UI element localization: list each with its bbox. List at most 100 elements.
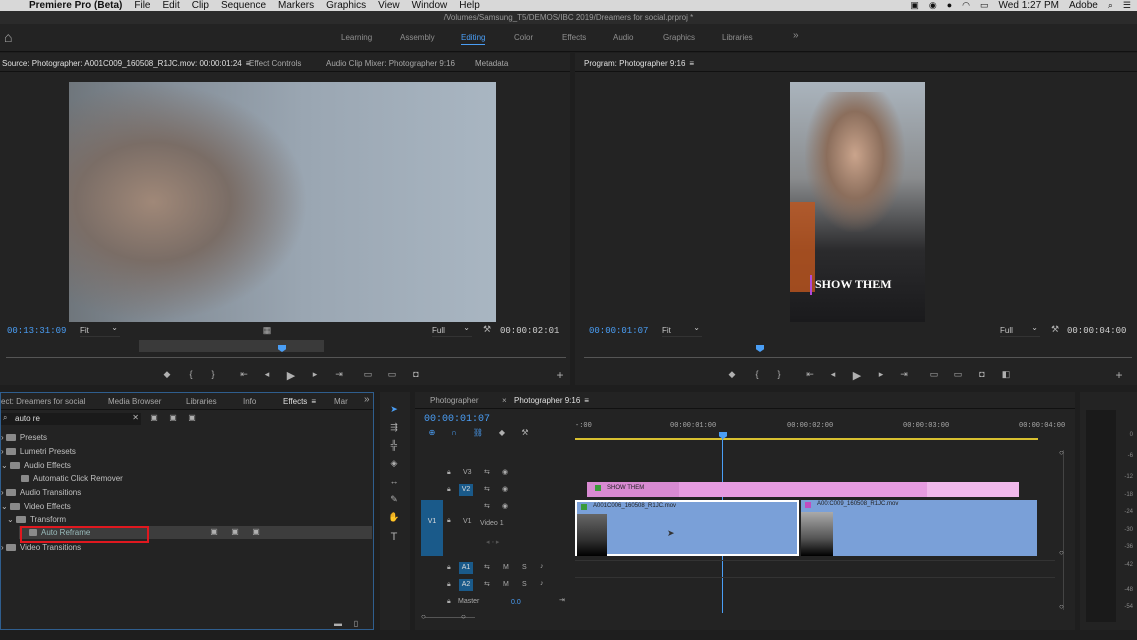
prog-go-to-out-icon[interactable]: ⇥ — [897, 369, 911, 380]
menu-app-name[interactable]: Premiere Pro (Beta) — [29, 0, 122, 11]
solo-button[interactable]: S — [522, 564, 527, 571]
linked-selection-icon[interactable]: ⛓ — [471, 428, 485, 437]
track-select-tool-icon[interactable]: ⇶ — [387, 422, 401, 433]
video-clip-2[interactable]: A00:C009_160508_R1JC.mov — [801, 500, 1037, 556]
prog-export-frame-icon[interactable]: ◘ — [975, 369, 989, 379]
menu-window[interactable]: Window — [412, 0, 448, 11]
tree-video-effects[interactable]: ⌄ Video Effects — [1, 502, 71, 511]
add-marker-tl-icon[interactable]: ◆ — [495, 428, 509, 437]
scroll-handle-icon[interactable]: ○ — [1059, 548, 1064, 557]
source-wrench-icon[interactable]: ⚒ — [480, 324, 494, 335]
scroll-handle-icon[interactable]: ○ — [1059, 448, 1064, 457]
new-bin-icon[interactable]: ▬ — [331, 619, 345, 628]
prog-add-marker-icon[interactable]: ◆ — [725, 369, 739, 380]
ws-assembly[interactable]: Assembly — [400, 33, 435, 42]
program-playhead[interactable] — [756, 345, 764, 352]
timeline-timecode[interactable]: 00:00:01:07 — [424, 414, 490, 425]
lock-icon[interactable]: 🔒︎ — [447, 581, 451, 589]
mute-button[interactable]: M — [503, 564, 509, 571]
tree-lumetri-presets[interactable]: › Lumetri Presets — [1, 447, 76, 456]
ripple-edit-tool-icon[interactable]: ╬ — [387, 440, 401, 450]
program-add-button-icon[interactable]: + — [1112, 368, 1126, 382]
track-v1-label[interactable]: V1 — [463, 518, 472, 525]
tab-seq-photographer[interactable]: Photographer — [430, 396, 478, 405]
menu-markers[interactable]: Markers — [278, 0, 314, 11]
lock-icon[interactable]: 🔒︎ — [447, 564, 451, 572]
source-scrubber[interactable] — [6, 357, 566, 358]
nest-icon[interactable]: ⊕ — [425, 428, 439, 437]
accelerated-effects-icon[interactable]: ▣ — [147, 413, 161, 422]
source-settings-icon[interactable]: ▦ — [260, 325, 274, 336]
lock-icon[interactable]: 🔒︎ — [447, 486, 451, 494]
tab-audio-clip-mixer[interactable]: Audio Clip Mixer: Photographer 9:16 — [326, 59, 455, 68]
keyframe-nav[interactable]: ◂ ◦ ▸ — [486, 538, 499, 546]
mic-icon[interactable]: ♪ — [540, 580, 544, 587]
prog-step-forward-icon[interactable]: ▸ — [874, 369, 888, 380]
mic-icon[interactable]: ♪ — [540, 563, 544, 570]
comparison-view-icon[interactable]: ◧ — [999, 369, 1013, 380]
tab-seq-photographer-916[interactable]: Photographer 9:16 ≡ — [514, 396, 589, 405]
source-fit-dropdown[interactable]: Fit — [80, 323, 120, 337]
go-to-end-icon[interactable]: ⇥ — [559, 596, 565, 604]
go-to-in-icon[interactable]: ⇤ — [237, 369, 251, 380]
go-to-out-icon[interactable]: ⇥ — [332, 369, 346, 380]
tab-metadata[interactable]: Metadata — [475, 59, 508, 68]
menu-sequence[interactable]: Sequence — [221, 0, 266, 11]
timeline-zoom-bar[interactable] — [425, 617, 475, 618]
tab-project[interactable]: ect: Dreamers for social — [1, 397, 85, 406]
work-area-bar[interactable] — [575, 438, 1038, 440]
snap-icon[interactable]: ∩ — [447, 428, 461, 437]
menu-view[interactable]: View — [378, 0, 400, 11]
prog-go-to-in-icon[interactable]: ⇤ — [803, 369, 817, 380]
tab-media-browser[interactable]: Media Browser — [108, 397, 161, 406]
sync-icon[interactable]: ⇆ — [484, 485, 490, 493]
eye-icon[interactable]: ◉ — [502, 502, 508, 510]
menu-graphics[interactable]: Graphics — [326, 0, 366, 11]
tab-libraries[interactable]: Libraries — [186, 397, 217, 406]
battery-icon[interactable]: ▭ — [980, 0, 989, 11]
prog-mark-in-icon[interactable]: { — [750, 369, 764, 379]
step-back-icon[interactable]: ◂ — [260, 369, 274, 380]
video-clip-1[interactable]: A001C006_160508_R1JC.mov ➤ — [575, 500, 799, 556]
ws-editing[interactable]: Editing — [461, 33, 486, 45]
wifi-icon[interactable]: ◠ — [962, 0, 970, 11]
list-icon[interactable]: ☰ — [1123, 0, 1131, 11]
razor-tool-icon[interactable]: ◈ — [387, 458, 401, 469]
sync-icon[interactable]: ⇆ — [484, 468, 490, 476]
tab-program[interactable]: Program: Photographer 9:16 ≡ — [584, 59, 694, 68]
record-icon[interactable]: ● — [947, 0, 952, 11]
sync-icon[interactable]: ⇆ — [484, 580, 490, 588]
user-name[interactable]: Adobe — [1069, 0, 1098, 11]
step-forward-icon[interactable]: ▸ — [308, 369, 322, 380]
tree-audio-transitions[interactable]: › Audio Transitions — [1, 488, 81, 497]
clock[interactable]: Wed 1:27 PM — [999, 0, 1059, 11]
ws-audio[interactable]: Audio — [613, 33, 633, 42]
tree-presets[interactable]: › Presets — [1, 433, 47, 442]
program-video-frame[interactable]: SHOW THEM — [790, 82, 925, 322]
eye-icon[interactable]: ◉ — [502, 468, 508, 476]
more-workspaces-icon[interactable]: » — [793, 30, 799, 41]
program-fit-dropdown[interactable]: Fit — [662, 323, 702, 337]
program-timecode[interactable]: 00:00:01:07 — [589, 326, 648, 336]
sync-icon[interactable]: ⇆ — [484, 502, 490, 510]
tab-effects[interactable]: Effects ≡ — [283, 397, 316, 406]
lift-icon[interactable]: ▭ — [927, 369, 941, 380]
source-timecode[interactable]: 00:13:31:09 — [7, 326, 66, 336]
tab-source[interactable]: Source: Photographer: A001C009_160508_R1… — [2, 59, 250, 68]
track-a1-target[interactable]: A1 — [459, 562, 473, 574]
menu-edit[interactable]: Edit — [163, 0, 180, 11]
timeline-vscroll[interactable] — [1063, 450, 1064, 610]
more-tabs-icon[interactable]: » — [364, 394, 370, 405]
tree-audio-effects[interactable]: ⌄ Audio Effects — [1, 461, 71, 470]
sync-icon[interactable]: ⇆ — [484, 563, 490, 571]
source-quality-dropdown[interactable]: Full — [432, 323, 472, 337]
program-wrench-icon[interactable]: ⚒ — [1048, 324, 1062, 335]
search-icon[interactable]: ⌕ — [1108, 0, 1113, 11]
ws-color[interactable]: Color — [514, 33, 533, 42]
program-scrubber[interactable] — [584, 357, 1132, 358]
home-icon[interactable]: ⌂ — [4, 29, 22, 47]
slip-tool-icon[interactable]: ↔ — [387, 476, 401, 486]
type-tool-icon[interactable]: T — [387, 531, 401, 543]
ws-graphics[interactable]: Graphics — [663, 33, 695, 42]
selection-tool-icon[interactable]: ➤ — [387, 404, 401, 415]
